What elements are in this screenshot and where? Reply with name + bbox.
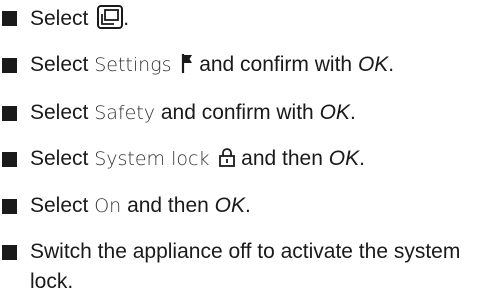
step-verb: Select [30,7,89,30]
step-period: . [245,194,251,217]
bullet [2,245,17,260]
ui-label-safety: Safety [94,102,155,124]
ok-key-label: OK [357,53,389,76]
bullet [2,152,17,167]
flag-icon [181,53,193,80]
ok-key-label: OK [328,147,360,170]
menu-icon [97,5,124,29]
ok-key-label: OK [214,194,245,217]
bullet [2,199,17,214]
step-text: Select . [30,5,129,32]
ui-label-on: On [94,195,122,217]
step-period: . [388,53,395,76]
step-verb: Select [30,53,89,76]
step-verb: Select [30,147,89,170]
step-connector: and confirm with [199,53,353,76]
step-connector: and confirm with [160,101,314,124]
step-period: . [359,147,365,170]
step-verb: Select [30,101,89,124]
step-text: Select Settings and confirm with OK. [30,52,394,80]
step-verb: Select [30,194,89,217]
step-text: Select System lock and then OK. [30,146,365,174]
step-text: Select On and then OK. [30,193,251,219]
step-text: Switch the appliance off to activate the… [30,240,461,293]
lock-icon [219,147,236,174]
bullet [2,106,17,121]
step-period: . [123,7,130,30]
bullet [2,58,17,73]
ok-key-label: OK [319,101,350,124]
ui-label-settings: Settings [94,54,172,76]
bullet [2,11,17,26]
step-connector: and then [127,194,209,217]
step-period: . [349,101,356,124]
step-connector: and then [241,147,323,170]
ui-label-system-lock: System lock [94,148,210,170]
step-text: Select Safety and confirm with OK. [30,100,356,126]
